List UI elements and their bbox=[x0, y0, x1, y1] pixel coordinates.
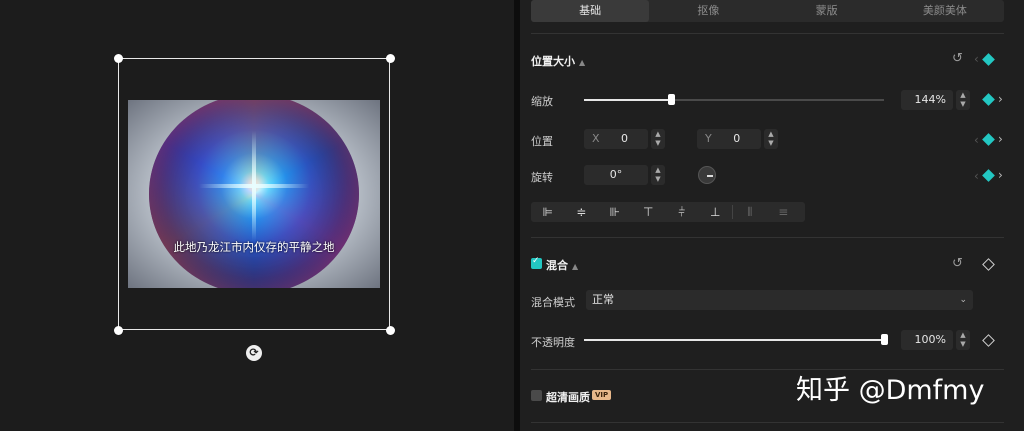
align-center-h-icon[interactable]: ≑ bbox=[565, 205, 599, 219]
keyframe-diamond-icon[interactable] bbox=[982, 53, 995, 66]
align-bottom-icon[interactable]: ⊥ bbox=[699, 205, 733, 219]
rotate-handle-icon[interactable]: ⟳ bbox=[246, 345, 262, 361]
blend-mode-label: 混合模式 bbox=[531, 296, 575, 309]
blend-mode-select[interactable]: 正常 ⌄ bbox=[586, 290, 973, 310]
y-stepper-icon[interactable]: ▲ ▼ bbox=[764, 129, 778, 149]
y-axis-label: Y bbox=[705, 132, 712, 145]
blend-mode-value: 正常 bbox=[592, 293, 614, 306]
rotate-keyframe-icon[interactable] bbox=[982, 169, 995, 182]
divider bbox=[531, 422, 1004, 423]
position-label: 位置 bbox=[531, 135, 553, 148]
x-stepper-icon[interactable]: ▲ ▼ bbox=[651, 129, 665, 149]
rotate-input[interactable]: 0° bbox=[584, 165, 648, 185]
align-top-icon[interactable]: ⊤ bbox=[632, 205, 666, 219]
opacity-keyframe-icon[interactable] bbox=[982, 334, 995, 347]
scale-slider-fill bbox=[584, 99, 671, 101]
section-hd[interactable]: 超清画质 bbox=[546, 389, 590, 405]
keyframe-diamond-icon[interactable] bbox=[982, 258, 995, 271]
scale-stepper-icon[interactable]: ▲ ▼ bbox=[956, 90, 970, 110]
position-y-input[interactable]: Y 0 bbox=[697, 129, 761, 149]
distribute-h-icon[interactable]: ⫴ bbox=[733, 205, 767, 220]
rotate-stepper-icon[interactable]: ▲ ▼ bbox=[651, 165, 665, 185]
resize-handle-br[interactable] bbox=[386, 326, 395, 335]
tab-mask[interactable]: 蒙版 bbox=[768, 0, 886, 22]
x-value: 0 bbox=[621, 132, 629, 145]
prev-keyframe-icon[interactable]: ‹ bbox=[974, 134, 979, 146]
prev-keyframe-icon[interactable]: ‹ bbox=[974, 170, 979, 182]
scale-slider-knob[interactable] bbox=[668, 94, 675, 105]
position-keyframe-icon[interactable] bbox=[982, 133, 995, 146]
opacity-stepper-icon[interactable]: ▲ ▼ bbox=[956, 330, 970, 350]
selection-box[interactable] bbox=[118, 58, 390, 330]
blend-checkbox[interactable]: ✓ bbox=[531, 256, 542, 269]
section-position-size[interactable]: 位置大小 ▲ bbox=[531, 53, 585, 69]
collapse-caret-icon[interactable]: ▲ bbox=[572, 262, 578, 271]
rotate-dial-icon[interactable] bbox=[698, 166, 716, 184]
next-keyframe-icon[interactable]: › bbox=[998, 93, 1003, 105]
property-tabs: 基础 抠像 蒙版 美颜美体 bbox=[531, 0, 1004, 22]
opacity-input[interactable]: 100% bbox=[901, 330, 953, 350]
resize-handle-bl[interactable] bbox=[114, 326, 123, 335]
opacity-slider-knob[interactable] bbox=[881, 334, 888, 345]
scale-keyframe-icon[interactable] bbox=[982, 93, 995, 106]
distribute-v-icon[interactable]: ≡ bbox=[767, 205, 801, 219]
y-value: 0 bbox=[733, 132, 741, 145]
align-left-icon[interactable]: ⊫ bbox=[531, 205, 565, 219]
align-center-v-icon[interactable]: ⫩ bbox=[665, 205, 699, 220]
opacity-slider-fill bbox=[584, 339, 884, 341]
prev-keyframe-icon[interactable]: ‹ bbox=[974, 53, 979, 65]
vip-badge: VIP bbox=[592, 390, 612, 400]
resize-handle-tl[interactable] bbox=[114, 54, 123, 63]
section-blend[interactable]: 混合 ▲ bbox=[546, 257, 578, 273]
divider bbox=[531, 33, 1004, 34]
x-axis-label: X bbox=[592, 132, 600, 145]
preview-canvas: 此地乃龙江市内仅存的平静之地 ⟳ bbox=[0, 0, 514, 431]
chevron-down-icon: ⌄ bbox=[959, 295, 967, 305]
tab-beauty[interactable]: 美颜美体 bbox=[886, 0, 1004, 22]
properties-panel: 基础 抠像 蒙版 美颜美体 位置大小 ▲ ↺ ‹ 缩放 144% ▲ ▼ › 位置 … bbox=[520, 0, 1024, 431]
reset-icon[interactable]: ↺ bbox=[952, 257, 963, 271]
opacity-label: 不透明度 bbox=[531, 336, 575, 349]
align-right-icon[interactable]: ⊪ bbox=[598, 205, 632, 219]
reset-icon[interactable]: ↺ bbox=[952, 52, 963, 66]
next-keyframe-icon[interactable]: › bbox=[998, 133, 1003, 145]
scale-label: 缩放 bbox=[531, 95, 553, 108]
tab-cutout[interactable]: 抠像 bbox=[649, 0, 767, 22]
align-toolbar: ⊫ ≑ ⊪ ⊤ ⫩ ⊥ ⫴ ≡ bbox=[531, 202, 805, 222]
collapse-caret-icon[interactable]: ▲ bbox=[579, 58, 585, 67]
watermark: 知乎 @Dmfmy bbox=[796, 375, 985, 406]
tab-basic[interactable]: 基础 bbox=[531, 0, 650, 22]
rotate-label: 旋转 bbox=[531, 171, 553, 184]
scale-input[interactable]: 144% bbox=[901, 90, 953, 110]
hd-checkbox[interactable] bbox=[531, 390, 542, 401]
position-x-input[interactable]: X 0 bbox=[584, 129, 648, 149]
next-keyframe-icon[interactable]: › bbox=[998, 169, 1003, 181]
divider bbox=[531, 237, 1004, 238]
resize-handle-tr[interactable] bbox=[386, 54, 395, 63]
